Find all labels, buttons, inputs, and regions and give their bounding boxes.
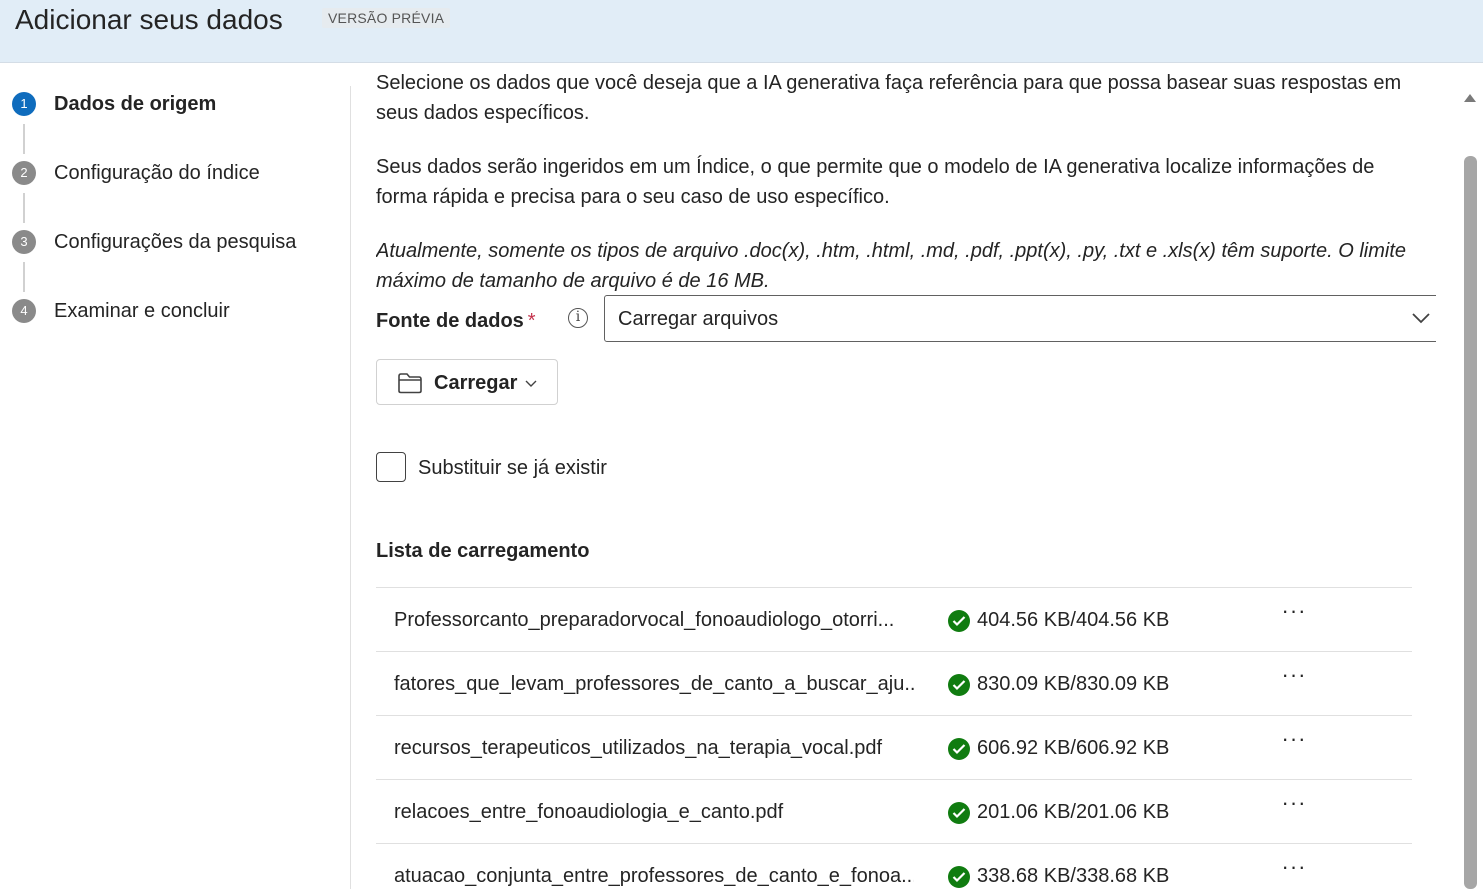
step-number: 1 (12, 92, 36, 116)
chevron-down-icon (1412, 313, 1430, 324)
data-source-select[interactable]: Carregar arquivos (604, 295, 1436, 342)
step-label: Examinar e concluir (54, 300, 230, 322)
step-connector (23, 262, 25, 292)
step-connector (23, 124, 25, 154)
data-source-value: Carregar arquivos (618, 308, 779, 330)
more-options-button[interactable]: ··· (1276, 856, 1312, 886)
file-size: 201.06 KB/201.06 KB (977, 801, 1170, 823)
file-size: 338.68 KB/338.68 KB (977, 865, 1170, 887)
more-options-button[interactable]: ··· (1276, 792, 1312, 822)
file-name: recursos_terapeuticos_utilizados_na_tera… (394, 737, 883, 759)
file-row: fatores_que_levam_professores_de_canto_a… (376, 651, 1412, 715)
file-size: 606.92 KB/606.92 KB (977, 737, 1170, 759)
file-name: Professorcanto_preparadorvocal_fonoaudio… (394, 609, 895, 631)
file-name: fatores_que_levam_professores_de_canto_a… (394, 673, 914, 695)
file-size: 404.56 KB/404.56 KB (977, 609, 1170, 631)
step-number: 3 (12, 230, 36, 254)
step-number: 2 (12, 161, 36, 185)
scrollbar-thumb[interactable] (1464, 156, 1477, 889)
success-check-icon (948, 674, 970, 696)
index-note-text: Seus dados serão ingeridos em um Índice,… (376, 156, 1375, 208)
file-row: Professorcanto_preparadorvocal_fonoaudio… (376, 587, 1412, 651)
overwrite-checkbox-label[interactable]: Substituir se já existir (418, 453, 607, 483)
intro-text: Selecione os dados que você deseja que a… (376, 72, 1402, 124)
upload-button-label: Carregar (434, 372, 518, 394)
data-source-label-text: Fonte de dados (376, 310, 524, 332)
data-source-label: Fonte de dados * (376, 306, 536, 336)
chevron-down-icon (525, 380, 537, 387)
step-label: Configuração do índice (54, 162, 260, 184)
info-icon[interactable]: i (568, 308, 588, 328)
folder-icon (398, 373, 422, 394)
success-check-icon (948, 610, 970, 632)
panel-divider (350, 86, 351, 889)
step-label: Dados de origem (54, 93, 217, 115)
file-row: atuacao_conjunta_entre_professores_de_ca… (376, 843, 1412, 889)
page-title: Adicionar seus dados (15, 4, 283, 35)
file-size: 830.09 KB/830.09 KB (977, 673, 1170, 695)
page-header: Adicionar seus dados VERSÃO PRÉVIA (0, 0, 1483, 63)
success-check-icon (948, 738, 970, 760)
file-types-note: Atualmente, somente os tipos de arquivo … (376, 240, 1406, 292)
more-options-button[interactable]: ··· (1276, 728, 1312, 758)
step-connector (23, 193, 25, 223)
required-mark: * (527, 310, 536, 332)
upload-button[interactable]: Carregar (376, 359, 558, 405)
success-check-icon (948, 802, 970, 824)
step-number: 4 (12, 299, 36, 323)
step-label: Configurações da pesquisa (54, 231, 297, 253)
wizard-stepper: 1 Dados de origem 2 Configuração do índi… (0, 63, 350, 889)
file-row: recursos_terapeuticos_utilizados_na_tera… (376, 715, 1412, 779)
file-name: relacoes_entre_fonoaudiologia_e_canto.pd… (394, 801, 784, 823)
preview-badge: VERSÃO PRÉVIA (322, 8, 451, 28)
more-options-button[interactable]: ··· (1276, 600, 1312, 630)
main-content: Selecione os dados que você deseja que a… (376, 63, 1436, 889)
success-check-icon (948, 866, 970, 888)
file-name: atuacao_conjunta_entre_professores_de_ca… (394, 865, 914, 887)
overwrite-checkbox[interactable] (376, 452, 406, 482)
scroll-up-arrow-icon[interactable] (1462, 90, 1478, 104)
more-options-button[interactable]: ··· (1276, 664, 1312, 694)
file-row: relacoes_entre_fonoaudiologia_e_canto.pd… (376, 779, 1412, 843)
upload-list-title: Lista de carregamento (376, 540, 590, 562)
